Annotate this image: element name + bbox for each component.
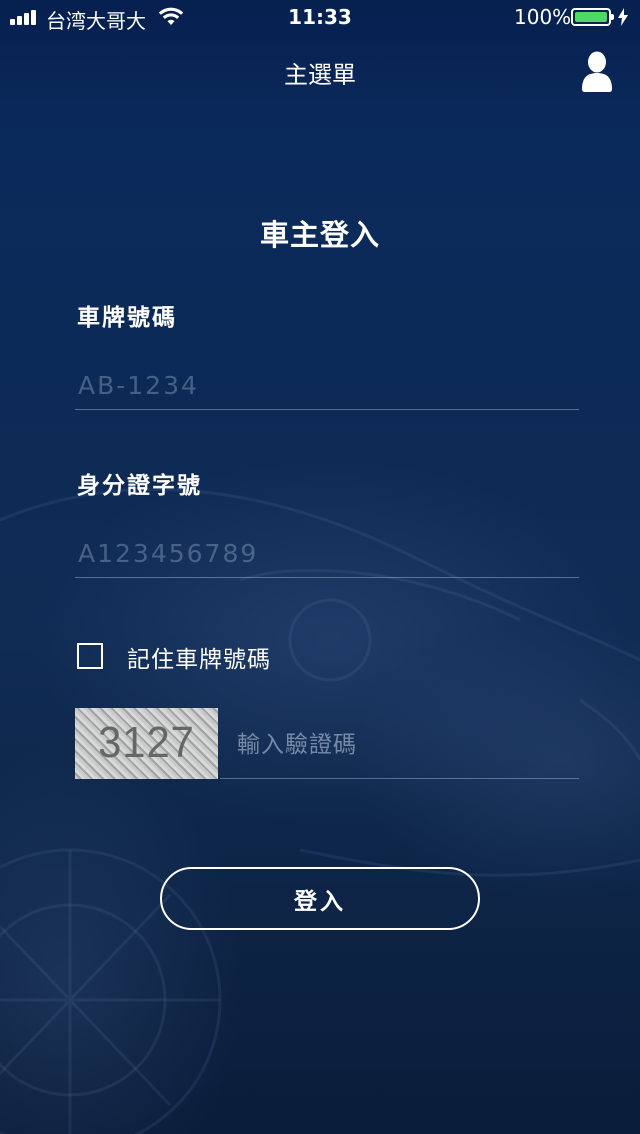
- battery-icon: [571, 8, 614, 26]
- remember-plate-label[interactable]: 記住車牌號碼: [127, 640, 271, 674]
- user-profile-button[interactable]: [578, 50, 616, 94]
- id-number-input[interactable]: [75, 530, 579, 578]
- captcha-input[interactable]: [220, 712, 579, 779]
- plate-number-input[interactable]: [75, 362, 579, 410]
- status-bar: 台湾大哥大 11:33 100%: [0, 0, 640, 36]
- login-button[interactable]: 登入: [160, 867, 480, 930]
- user-icon: [582, 51, 612, 92]
- id-number-label: 身分證字號: [77, 473, 202, 499]
- login-heading: 車主登入: [259, 218, 380, 252]
- plate-label: 車牌號碼: [77, 305, 177, 331]
- captcha-code: 3127: [98, 718, 195, 767]
- nav-title: 主選單: [284, 61, 356, 89]
- remember-plate-checkbox[interactable]: [77, 643, 103, 669]
- captcha-image: 3127: [75, 708, 218, 779]
- charging-icon: [618, 8, 628, 26]
- battery-percentage: 100%: [514, 5, 572, 29]
